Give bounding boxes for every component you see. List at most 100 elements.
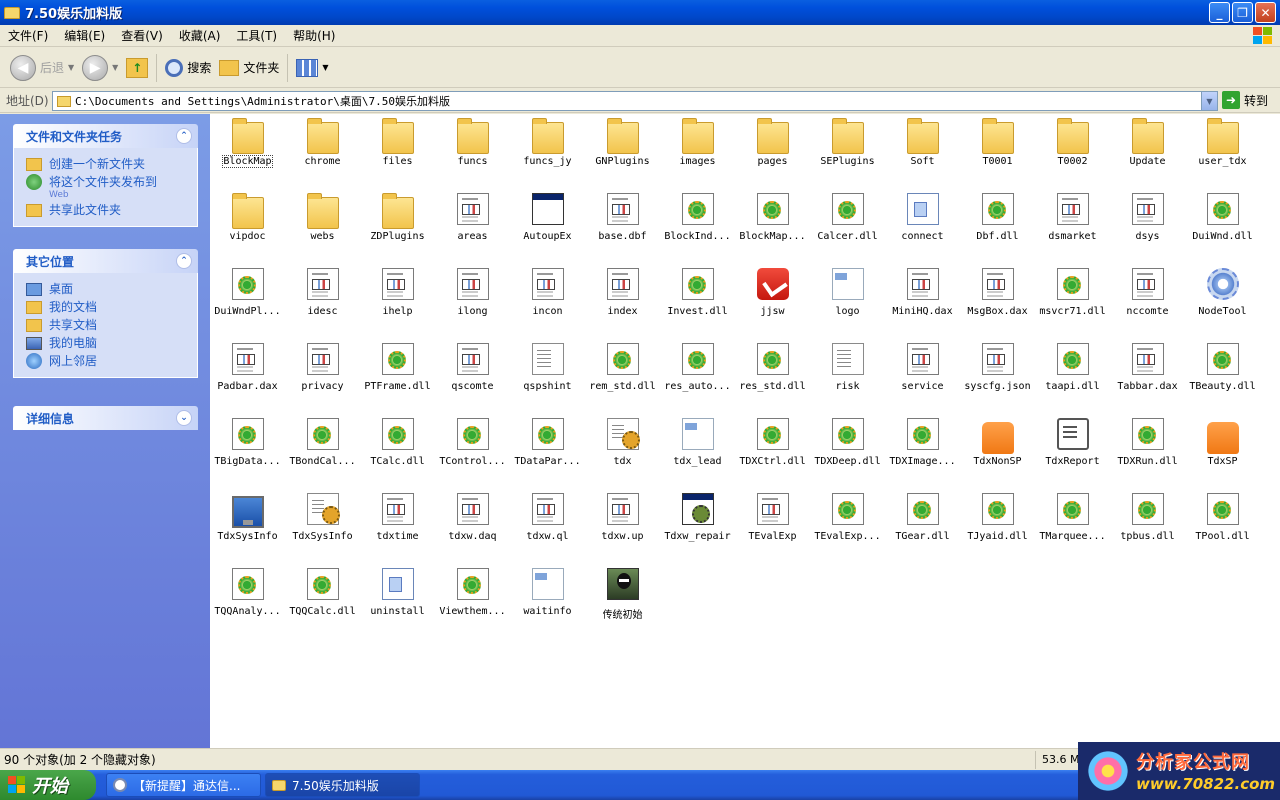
folder-item[interactable]: user_tdx — [1185, 114, 1260, 189]
folder-item[interactable]: T0002 — [1035, 114, 1110, 189]
file-item[interactable]: risk — [810, 339, 885, 414]
file-item[interactable]: incon — [510, 264, 585, 339]
menu-help[interactable]: 帮助(H) — [285, 27, 343, 44]
folder-item[interactable]: ZDPlugins — [360, 189, 435, 264]
file-item[interactable]: privacy — [285, 339, 360, 414]
file-item[interactable]: TPool.dll — [1185, 489, 1260, 564]
address-dropdown-button[interactable]: ▼ — [1201, 92, 1217, 110]
file-item[interactable]: TDXRun.dll — [1110, 414, 1185, 489]
minimize-button[interactable]: _ — [1209, 2, 1230, 23]
file-item[interactable]: TDXCtrl.dll — [735, 414, 810, 489]
folder-item[interactable]: webs — [285, 189, 360, 264]
folders-button[interactable]: 文件夹 — [215, 51, 283, 85]
file-item[interactable]: DuiWnd.dll — [1185, 189, 1260, 264]
file-item[interactable]: index — [585, 264, 660, 339]
folder-item[interactable]: images — [660, 114, 735, 189]
place-my-documents[interactable]: 我的文档 — [26, 299, 197, 315]
file-item[interactable]: jjsw — [735, 264, 810, 339]
file-item[interactable]: syscfg.json — [960, 339, 1035, 414]
folder-item[interactable]: pages — [735, 114, 810, 189]
file-item[interactable]: Tabbar.dax — [1110, 339, 1185, 414]
folder-item[interactable]: Update — [1110, 114, 1185, 189]
file-item[interactable]: AutoupEx — [510, 189, 585, 264]
forward-button[interactable]: ▶ ▼ — [78, 51, 122, 85]
folder-item[interactable]: Soft — [885, 114, 960, 189]
place-desktop[interactable]: 桌面 — [26, 281, 197, 297]
file-item[interactable]: 传统初始 — [585, 564, 660, 639]
menu-view[interactable]: 查看(V) — [113, 27, 171, 44]
maximize-button[interactable]: ❐ — [1232, 2, 1253, 23]
file-item[interactable]: TdxNonSP — [960, 414, 1035, 489]
file-item[interactable]: dsys — [1110, 189, 1185, 264]
folder-item[interactable]: vipdoc — [210, 189, 285, 264]
file-item[interactable]: TBondCal... — [285, 414, 360, 489]
file-item[interactable]: dsmarket — [1035, 189, 1110, 264]
start-button[interactable]: 开始 — [0, 770, 96, 800]
file-item[interactable]: TBigData... — [210, 414, 285, 489]
file-item[interactable]: Tdxw_repair — [660, 489, 735, 564]
file-item[interactable]: connect — [885, 189, 960, 264]
place-my-computer[interactable]: 我的电脑 — [26, 335, 197, 351]
file-item[interactable]: base.dbf — [585, 189, 660, 264]
file-item[interactable]: waitinfo — [510, 564, 585, 639]
file-item[interactable]: uninstall — [360, 564, 435, 639]
file-item[interactable]: rem_std.dll — [585, 339, 660, 414]
menu-edit[interactable]: 编辑(E) — [56, 27, 113, 44]
file-item[interactable]: TCalc.dll — [360, 414, 435, 489]
file-item[interactable]: MsgBox.dax — [960, 264, 1035, 339]
file-item[interactable]: ihelp — [360, 264, 435, 339]
taskbar-item-explorer[interactable]: 7.50娱乐加料版 — [265, 773, 420, 797]
file-item[interactable]: PTFrame.dll — [360, 339, 435, 414]
file-item[interactable]: tdxw.ql — [510, 489, 585, 564]
file-item[interactable]: TJyaid.dll — [960, 489, 1035, 564]
go-button[interactable]: ➜ 转到 — [1222, 91, 1268, 109]
place-shared-documents[interactable]: 共享文档 — [26, 317, 197, 333]
file-item[interactable]: NodeTool — [1185, 264, 1260, 339]
collapse-icon[interactable]: ⌃ — [176, 253, 192, 269]
file-item[interactable]: msvcr71.dll — [1035, 264, 1110, 339]
file-item[interactable]: TMarquee... — [1035, 489, 1110, 564]
new-folder-link[interactable]: 创建一个新文件夹 — [26, 156, 197, 172]
taskbar-item-browser[interactable]: 【新提醒】通达信... — [106, 773, 261, 797]
file-item[interactable]: Invest.dll — [660, 264, 735, 339]
file-item[interactable]: Calcer.dll — [810, 189, 885, 264]
file-item[interactable]: ilong — [435, 264, 510, 339]
back-button[interactable]: ◀ 后退 ▼ — [6, 51, 78, 85]
menu-favorites[interactable]: 收藏(A) — [171, 27, 229, 44]
file-item[interactable]: DuiWndPl... — [210, 264, 285, 339]
file-item[interactable]: tdx — [585, 414, 660, 489]
file-item[interactable]: tdxw.up — [585, 489, 660, 564]
file-item[interactable]: BlockInd... — [660, 189, 735, 264]
folder-item[interactable]: T0001 — [960, 114, 1035, 189]
file-item[interactable]: logo — [810, 264, 885, 339]
file-item[interactable]: idesc — [285, 264, 360, 339]
file-item[interactable]: TQQCalc.dll — [285, 564, 360, 639]
file-item[interactable]: qspshint — [510, 339, 585, 414]
folder-item[interactable]: BlockMap — [210, 114, 285, 189]
up-folder-button[interactable]: ↑ — [122, 51, 152, 85]
folder-item[interactable]: SEPlugins — [810, 114, 885, 189]
expand-icon[interactable]: ⌄ — [176, 410, 192, 426]
file-item[interactable]: tdxtime — [360, 489, 435, 564]
details-header[interactable]: 详细信息 ⌄ — [13, 406, 198, 430]
file-item[interactable]: qscomte — [435, 339, 510, 414]
file-item[interactable]: TQQAnaly... — [210, 564, 285, 639]
folder-item[interactable]: files — [360, 114, 435, 189]
menu-tools[interactable]: 工具(T) — [228, 27, 285, 44]
file-item[interactable]: taapi.dll — [1035, 339, 1110, 414]
file-item[interactable]: TDataPar... — [510, 414, 585, 489]
place-network[interactable]: 网上邻居 — [26, 353, 197, 369]
file-item[interactable]: TdxSysInfo — [210, 489, 285, 564]
close-button[interactable]: ✕ — [1255, 2, 1276, 23]
file-item[interactable]: res_auto... — [660, 339, 735, 414]
file-item[interactable]: TdxReport — [1035, 414, 1110, 489]
file-item[interactable]: TEvalExp... — [810, 489, 885, 564]
file-item[interactable]: Dbf.dll — [960, 189, 1035, 264]
search-button[interactable]: 搜索 — [161, 51, 215, 85]
file-item[interactable]: BlockMap... — [735, 189, 810, 264]
file-item[interactable]: tdx_lead — [660, 414, 735, 489]
file-item[interactable]: TGear.dll — [885, 489, 960, 564]
file-item[interactable]: TEvalExp — [735, 489, 810, 564]
address-input[interactable]: C:\Documents and Settings\Administrator\… — [52, 91, 1218, 111]
views-button[interactable]: ▼ — [292, 51, 332, 85]
